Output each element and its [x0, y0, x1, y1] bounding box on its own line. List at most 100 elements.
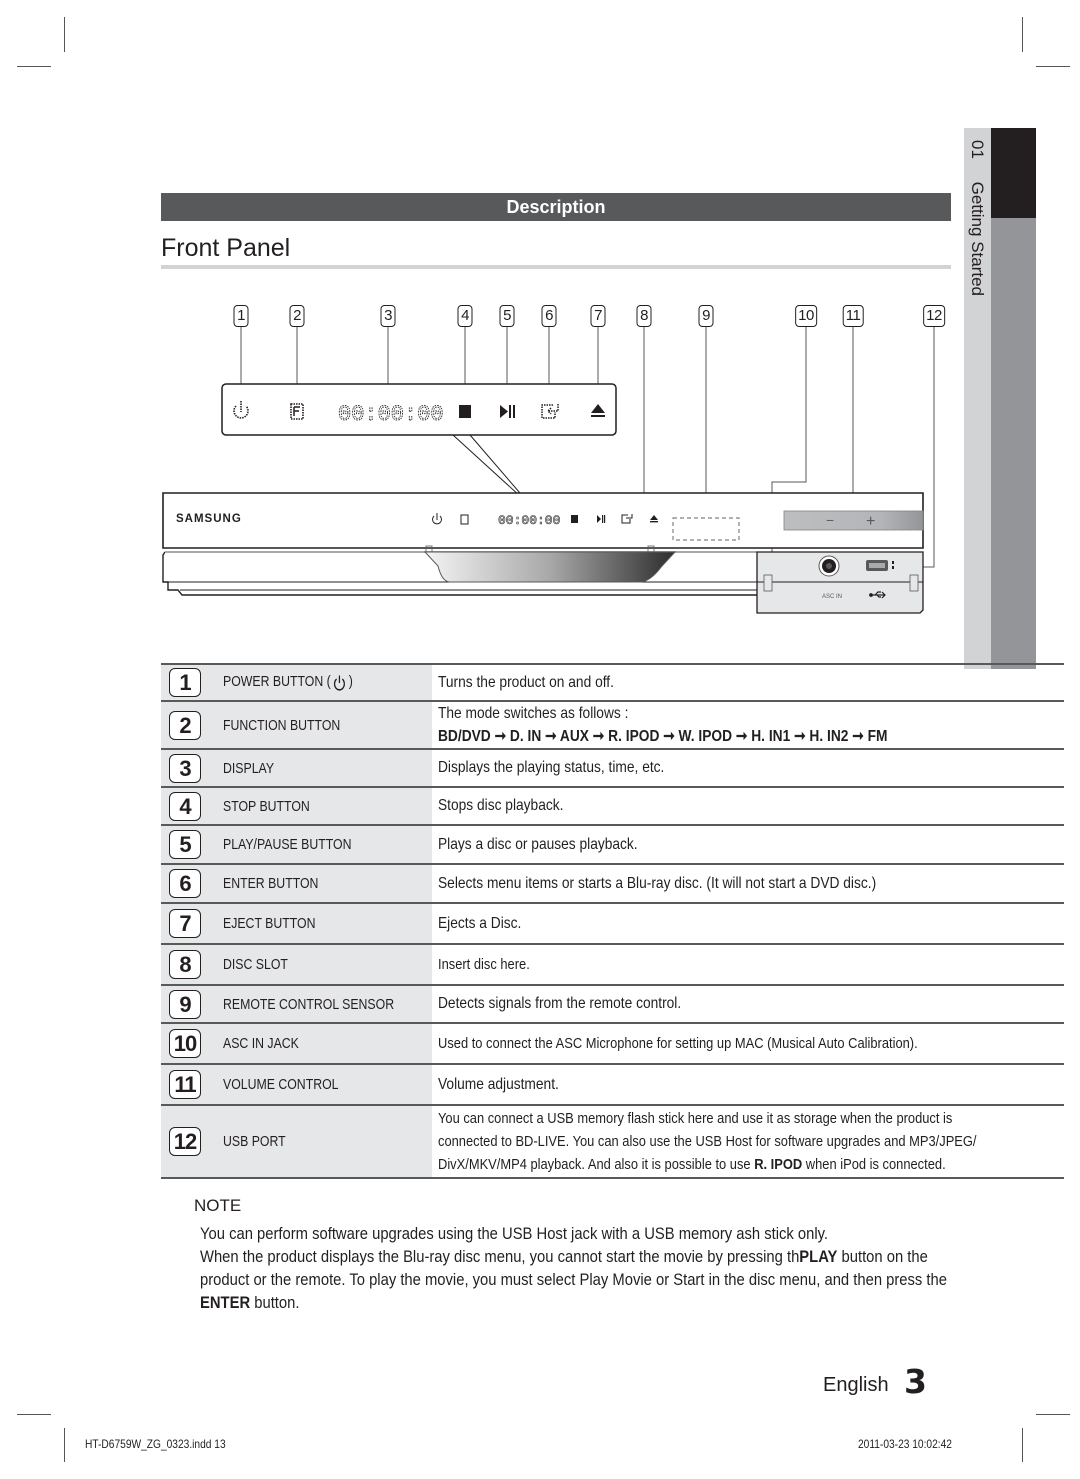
table-row: 8 DISC SLOT Insert disc here.: [161, 944, 1064, 985]
row-label: PLAY/PAUSE BUTTON: [223, 836, 352, 853]
row-label: REMOTE CONTROL SENSOR: [223, 995, 395, 1013]
row-label-cell: 3 DISPLAY: [161, 749, 432, 787]
front-panel-diagram: 00:00:00 SAMSUNG 00:00:00 − + ASC IN: [162, 327, 935, 614]
stop-icon: [459, 405, 471, 418]
table-row: 2 FUNCTION BUTTON The mode switches as f…: [161, 701, 1064, 749]
table-row: 12 USB PORT You can connect a USB memory…: [161, 1105, 1064, 1178]
front-panel-table: 1 POWER BUTTON () Turns the product on a…: [161, 663, 1064, 1179]
table-row: 3 DISPLAY Displays the playing status, t…: [161, 749, 1064, 787]
row-description: Stops disc playback.: [437, 797, 564, 814]
asc-in-label: ASC IN: [822, 594, 842, 600]
row-description: Ejects a Disc.: [437, 914, 521, 932]
crop-mark: [64, 1428, 65, 1462]
row-label: FUNCTION BUTTON: [223, 716, 341, 734]
row-label-cell: 12 USB PORT: [161, 1105, 432, 1178]
print-file-name: HT-D6759W_ZG_0323.indd 13: [85, 1437, 226, 1451]
callout-9: 9: [698, 305, 714, 327]
note-title: NOTE: [194, 1196, 242, 1215]
row-label-cell: 8 DISC SLOT: [161, 944, 432, 985]
device-body: SAMSUNG 00:00:00 − + ASC IN: [162, 492, 924, 614]
row-number: 6: [169, 869, 201, 898]
row-number: 2: [169, 710, 201, 740]
row-description: Displays the playing status, time, etc.: [437, 759, 665, 776]
row-description: Turns the product on and off.: [437, 673, 614, 691]
row-label-cell: 2 FUNCTION BUTTON: [161, 701, 432, 749]
row-label-cell: 10 ASC IN JACK: [161, 1023, 432, 1064]
display-zoom-box: 00:00:00: [221, 383, 617, 508]
row-description: Used to connect the ASC Microphone for s…: [437, 1034, 918, 1052]
row-label: EJECT BUTTON: [223, 915, 316, 932]
crop-mark: [1036, 1414, 1070, 1415]
table-row: 1 POWER BUTTON () Turns the product on a…: [161, 664, 1064, 701]
display-readout: 00:00:00: [338, 402, 444, 427]
samsung-logo: SAMSUNG: [176, 513, 242, 525]
row-label: DISC SLOT: [223, 956, 288, 973]
row-label-cell: 1 POWER BUTTON (): [161, 664, 432, 701]
row-number: 10: [169, 1029, 201, 1058]
callout-7: 7: [590, 305, 606, 327]
volume-control-strip: [783, 510, 924, 531]
row-description: Selects menu items or starts a Blu-ray d…: [437, 874, 876, 892]
volume-plus: +: [866, 513, 875, 530]
page-number: 3: [904, 1362, 927, 1401]
row-label-cell: 5 PLAY/PAUSE BUTTON: [161, 825, 432, 864]
row-label: STOP BUTTON: [223, 797, 310, 815]
table-row: 6 ENTER BUTTON Selects menu items or sta…: [161, 864, 1064, 903]
row-label: ENTER BUTTON: [223, 875, 319, 892]
row-number: 8: [169, 950, 201, 979]
row-label: POWER BUTTON (): [223, 673, 353, 691]
row-description: Insert disc here.: [437, 955, 530, 973]
row-label-cell: 6 ENTER BUTTON: [161, 864, 432, 903]
row-number: 11: [169, 1070, 201, 1099]
note-line: When the product displays the Blu-ray di…: [200, 1247, 928, 1266]
callout-1: 1: [233, 305, 249, 327]
row-label: DISPLAY: [223, 759, 275, 777]
table-row: 5 PLAY/PAUSE BUTTON Plays a disc or paus…: [161, 825, 1064, 864]
callout-12: 12: [923, 305, 945, 327]
print-timestamp: 2011-03-23 10:02:42: [858, 1437, 952, 1451]
row-label-cell: 4 STOP BUTTON: [161, 787, 432, 825]
table-row: 9 REMOTE CONTROL SENSOR Detects signals …: [161, 985, 1064, 1023]
page-language: English: [823, 1374, 889, 1396]
row-number: 7: [169, 909, 201, 938]
row-label-cell: 7 EJECT BUTTON: [161, 903, 432, 944]
note-line: product or the remote. To play the movie…: [200, 1270, 948, 1289]
row-label-cell: 11 VOLUME CONTROL: [161, 1064, 432, 1105]
row-description: Detects signals from the remote control.: [437, 995, 681, 1012]
crop-mark: [1022, 1428, 1023, 1462]
callout-6: 6: [541, 305, 557, 327]
callout-5: 5: [499, 305, 515, 327]
disc-slot: [423, 551, 677, 583]
table-row: 11 VOLUME CONTROL Volume adjustment.: [161, 1064, 1064, 1105]
callout-3: 3: [380, 305, 396, 327]
callout-11: 11: [842, 305, 864, 327]
row-label: VOLUME CONTROL: [223, 1076, 339, 1093]
row-description: Plays a disc or pauses playback.: [437, 835, 638, 853]
row-number: 3: [169, 753, 201, 783]
row-number: 4: [169, 791, 201, 821]
row-description: The mode switches as follows : BD/DVD ➞ …: [432, 701, 1064, 749]
callout-4: 4: [457, 305, 473, 327]
callout-2: 2: [289, 305, 305, 327]
function-mode-sequence: BD/DVD ➞ D. IN ➞ AUX ➞ R. IPOD ➞ W. IPOD…: [437, 728, 888, 745]
panel-stop-icon: [571, 515, 578, 523]
volume-minus: −: [826, 512, 834, 528]
callout-8: 8: [636, 305, 652, 327]
power-icon: [334, 675, 346, 691]
row-label: USB PORT: [223, 1133, 286, 1150]
row-number: 1: [169, 668, 201, 697]
row-description: You can connect a USB memory flash stick…: [437, 1110, 977, 1173]
row-label-cell: 9 REMOTE CONTROL SENSOR: [161, 985, 432, 1023]
panel-display-readout: 00:00:00: [498, 513, 560, 528]
row-number: 9: [169, 989, 201, 1019]
row-label: ASC IN JACK: [223, 1035, 299, 1052]
callout-10: 10: [795, 305, 817, 327]
asc-in-jack: [818, 555, 840, 577]
row-description: Volume adjustment.: [437, 1075, 559, 1093]
note-line: ENTER button.: [200, 1293, 300, 1312]
row-number: 12: [169, 1127, 201, 1156]
table-row: 10 ASC IN JACK Used to connect the ASC M…: [161, 1023, 1064, 1064]
table-row: 7 EJECT BUTTON Ejects a Disc.: [161, 903, 1064, 944]
note-line: You can perform software upgrades using …: [200, 1224, 829, 1243]
crop-mark: [17, 1414, 51, 1415]
